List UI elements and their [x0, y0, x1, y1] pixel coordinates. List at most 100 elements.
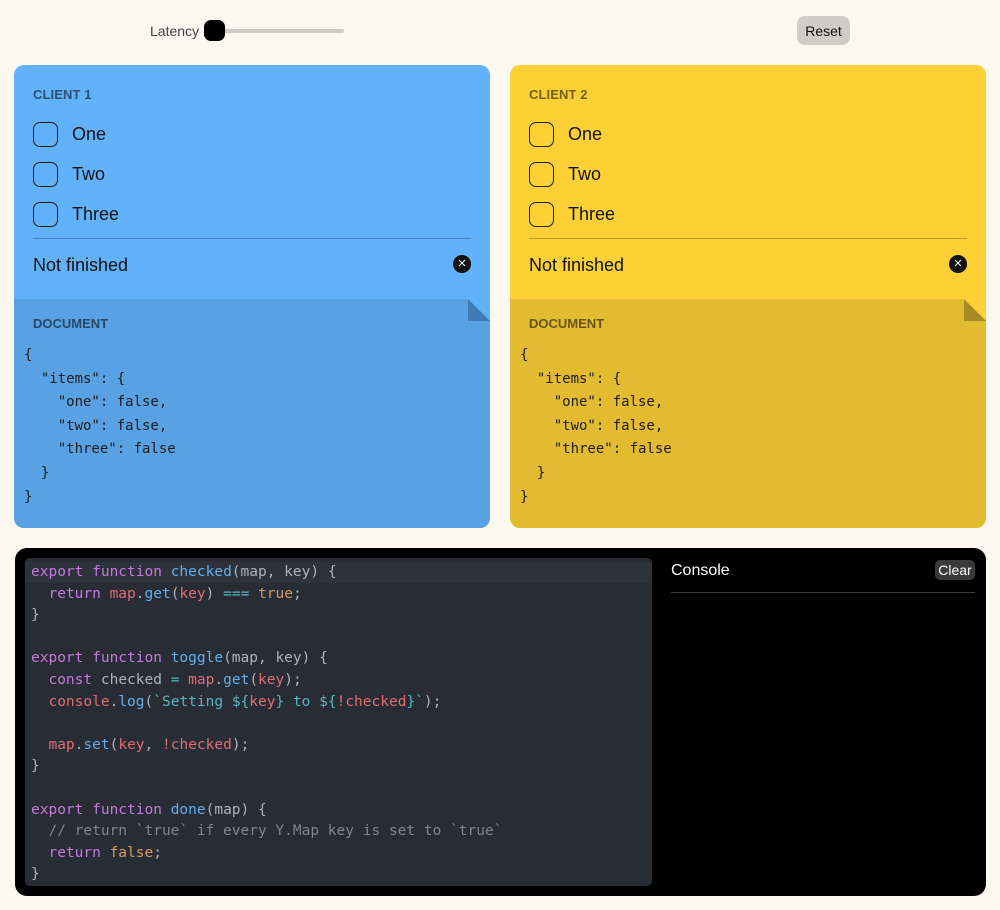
- todo-item-one[interactable]: One: [33, 120, 333, 148]
- code-token: log: [118, 693, 145, 710]
- code-line: return map.get(key) === true;: [31, 584, 502, 606]
- page-fold-corner: [468, 299, 490, 321]
- code-token: checked: [170, 564, 232, 580]
- code-token: (map, key) {: [231, 564, 337, 580]
- code-line: return false;: [31, 843, 502, 865]
- code-token: map: [109, 585, 136, 602]
- code-content[interactable]: export function checked(map, key) { retu…: [31, 562, 502, 886]
- code-token: } to ${: [275, 693, 337, 710]
- code-token: }: [31, 758, 40, 775]
- code-token: console: [48, 693, 110, 710]
- code-line: export function checked(map, key) {: [31, 562, 502, 584]
- client-title: CLIENT 1: [33, 87, 92, 102]
- document-json: { "items": { "one": false, "two": false,…: [24, 347, 176, 505]
- code-token: (: [144, 693, 154, 710]
- document-title: DOCUMENT: [33, 316, 109, 331]
- code-token: (: [249, 671, 259, 688]
- code-token: map: [48, 736, 75, 753]
- code-token: set: [83, 736, 110, 753]
- code-line: map.set(key, !checked);: [31, 735, 502, 757]
- status-text: Not finished: [529, 255, 625, 275]
- todo-item-two[interactable]: Two: [33, 160, 333, 188]
- todo-label: Three: [568, 203, 616, 224]
- divider: [529, 238, 967, 239]
- checkbox[interactable]: [529, 161, 554, 187]
- code-console-panel: export function checked(map, key) { retu…: [15, 548, 986, 896]
- code-line: console.log(`Setting ${key} to ${!checke…: [31, 692, 502, 714]
- checkbox[interactable]: [33, 201, 58, 227]
- code-token: toggle: [170, 650, 224, 667]
- checkbox[interactable]: [33, 121, 58, 147]
- document-panel: DOCUMENT { "items": { "one": false, "two…: [510, 299, 986, 528]
- latency-slider-thumb[interactable]: [204, 20, 225, 41]
- code-token: );: [423, 693, 442, 710]
- close-circle-icon: ✕: [453, 255, 471, 273]
- code-token: );: [284, 671, 302, 688]
- clear-button[interactable]: Clear: [935, 560, 975, 580]
- todo-label: One: [568, 123, 603, 144]
- code-editor[interactable]: export function checked(map, key) { retu…: [25, 558, 652, 886]
- code-token: true: [258, 585, 293, 602]
- code-token: (map) {: [205, 801, 267, 818]
- latency-slider-track[interactable]: [206, 29, 344, 33]
- todo-label: One: [72, 123, 107, 144]
- code-token: ;: [292, 585, 302, 602]
- code-token: const: [48, 671, 101, 688]
- document-title: DOCUMENT: [529, 316, 605, 331]
- code-token: // return `true` if every Y.Map key is s…: [31, 823, 503, 840]
- code-token: !checked: [162, 736, 232, 753]
- code-token: function: [92, 801, 171, 818]
- reset-button[interactable]: Reset: [797, 16, 850, 45]
- client-1-panel: CLIENT 1 One Two Three Not finished ✕ DO…: [14, 65, 490, 528]
- console-divider: [671, 592, 975, 593]
- code-line: export function done(map) {: [31, 800, 502, 822]
- code-token: export: [31, 650, 93, 667]
- status-text: Not finished: [33, 255, 129, 275]
- code-line: }: [31, 605, 502, 627]
- todo-label: Two: [568, 163, 602, 184]
- code-token: false: [109, 844, 154, 861]
- code-token: .: [109, 693, 119, 710]
- console-title: Console: [671, 562, 730, 579]
- code-token: ): [205, 585, 224, 602]
- todo-label: Two: [72, 163, 106, 184]
- code-token: export: [31, 801, 93, 818]
- checkbox[interactable]: [529, 121, 554, 147]
- code-token: return: [48, 844, 110, 861]
- code-token: checked: [100, 671, 171, 688]
- todo-item-one[interactable]: One: [529, 120, 829, 148]
- code-token: !checked: [336, 693, 407, 710]
- client-2-panel: CLIENT 2 One Two Three Not finished ✕ DO…: [510, 65, 986, 528]
- todo-item-three[interactable]: Three: [529, 200, 829, 228]
- close-circle-icon: ✕: [949, 255, 967, 273]
- code-token: get: [223, 671, 250, 688]
- code-token: .: [214, 671, 224, 688]
- console-output: [671, 600, 975, 884]
- page-fold-corner: [964, 299, 986, 321]
- code-token: map: [188, 671, 215, 688]
- todo-item-three[interactable]: Three: [33, 200, 333, 228]
- code-token: key: [118, 736, 145, 753]
- checkbox[interactable]: [33, 161, 58, 187]
- code-token: }: [31, 607, 40, 624]
- code-line: // return `true` if every Y.Map key is s…: [31, 821, 502, 843]
- code-token: ===: [223, 585, 250, 602]
- code-token: function: [92, 650, 171, 667]
- todo-item-two[interactable]: Two: [529, 160, 829, 188]
- document-panel: DOCUMENT { "items": { "one": false, "two…: [14, 299, 490, 528]
- code-token: (map, key) {: [223, 650, 328, 667]
- divider: [33, 238, 471, 239]
- checkbox[interactable]: [529, 201, 554, 227]
- code-token: }`: [406, 693, 424, 710]
- code-token: );: [231, 736, 250, 753]
- code-token: ,: [144, 736, 163, 753]
- code-token: get: [144, 585, 171, 602]
